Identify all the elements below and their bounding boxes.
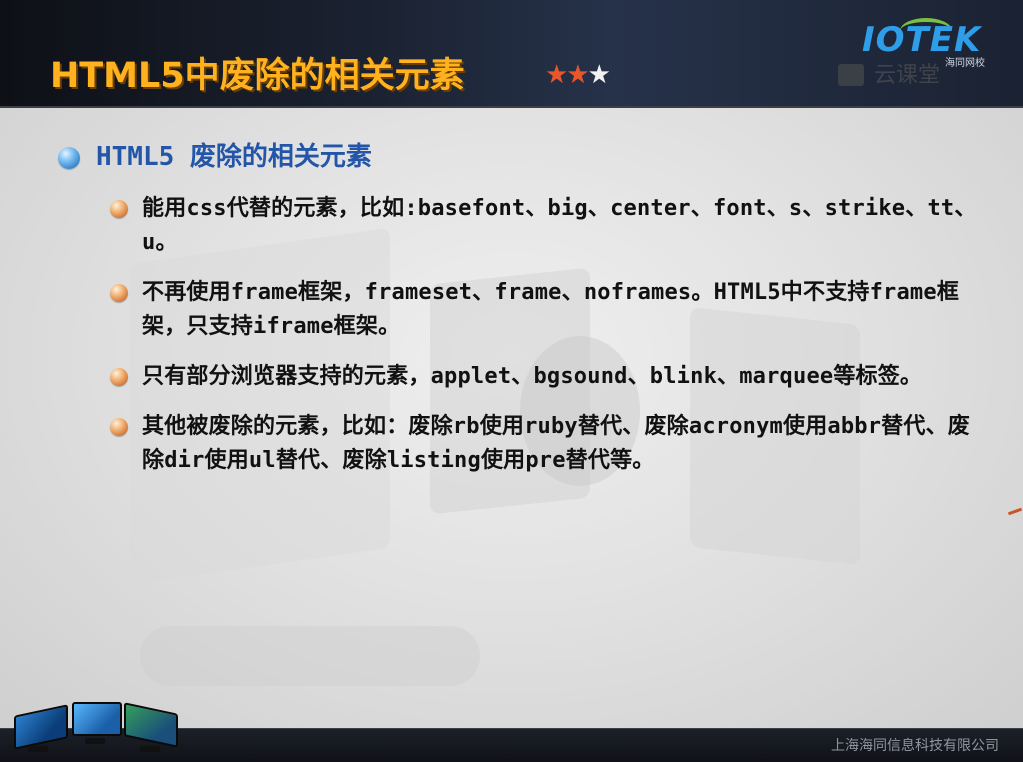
list-item-text: 不再使用frame框架，frameset、frame、noframes。HTML… xyxy=(142,280,960,339)
orange-bullet-icon xyxy=(110,418,128,436)
main-heading: HTML5 废除的相关元素 xyxy=(96,142,372,172)
list-item: 能用css代替的元素，比如:basefont、big、center、font、s… xyxy=(108,192,988,260)
list-item-text: 能用css代替的元素，比如:basefont、big、center、font、s… xyxy=(142,196,977,255)
orange-bullet-icon xyxy=(110,368,128,386)
slide-title: HTML5中废除的相关元素 xyxy=(50,56,465,96)
list-item: 其他被废除的元素，比如：废除rb使用ruby替代、废除acronym使用abbr… xyxy=(108,410,988,478)
classroom-icon xyxy=(838,64,864,86)
logo-text: IOTEK xyxy=(862,20,982,60)
monitor-icon xyxy=(72,702,122,736)
monitor-stand xyxy=(140,746,160,752)
monitor-icon xyxy=(14,704,68,750)
monitor-icon xyxy=(124,702,178,748)
blue-bullet-icon xyxy=(58,147,80,169)
orange-bullet-icon xyxy=(110,200,128,218)
star-filled-icon: ★★ xyxy=(545,60,590,90)
monitor-stand xyxy=(85,738,105,744)
slide-header: HTML5中废除的相关元素 ★★★ IOTEK 海同网校 云课堂 xyxy=(0,0,1023,108)
list-item-text: 只有部分浏览器支持的元素，applet、bgsound、blink、marque… xyxy=(142,364,923,389)
background-base-graphic xyxy=(140,626,480,686)
orange-bullet-icon xyxy=(110,284,128,302)
list-item: 只有部分浏览器支持的元素，applet、bgsound、blink、marque… xyxy=(108,360,988,394)
watermark-text: 云课堂 xyxy=(874,63,941,88)
list-item-text: 其他被废除的元素，比如：废除rb使用ruby替代、废除acronym使用abbr… xyxy=(142,414,970,473)
slide: HTML5中废除的相关元素 ★★★ IOTEK 海同网校 云课堂 HTML5 废… xyxy=(0,0,1023,762)
star-empty-icon: ★ xyxy=(587,60,611,90)
monitors-logo xyxy=(10,696,180,758)
difficulty-stars: ★★★ xyxy=(545,60,611,90)
company-name: 上海海同信息科技有限公司 xyxy=(831,738,999,754)
list-item: 不再使用frame框架，frameset、frame、noframes。HTML… xyxy=(108,276,988,344)
cloud-classroom-watermark: 云课堂 xyxy=(838,62,978,92)
monitor-stand xyxy=(28,746,48,752)
bullet-list: 能用css代替的元素，比如:basefont、big、center、font、s… xyxy=(108,192,988,494)
